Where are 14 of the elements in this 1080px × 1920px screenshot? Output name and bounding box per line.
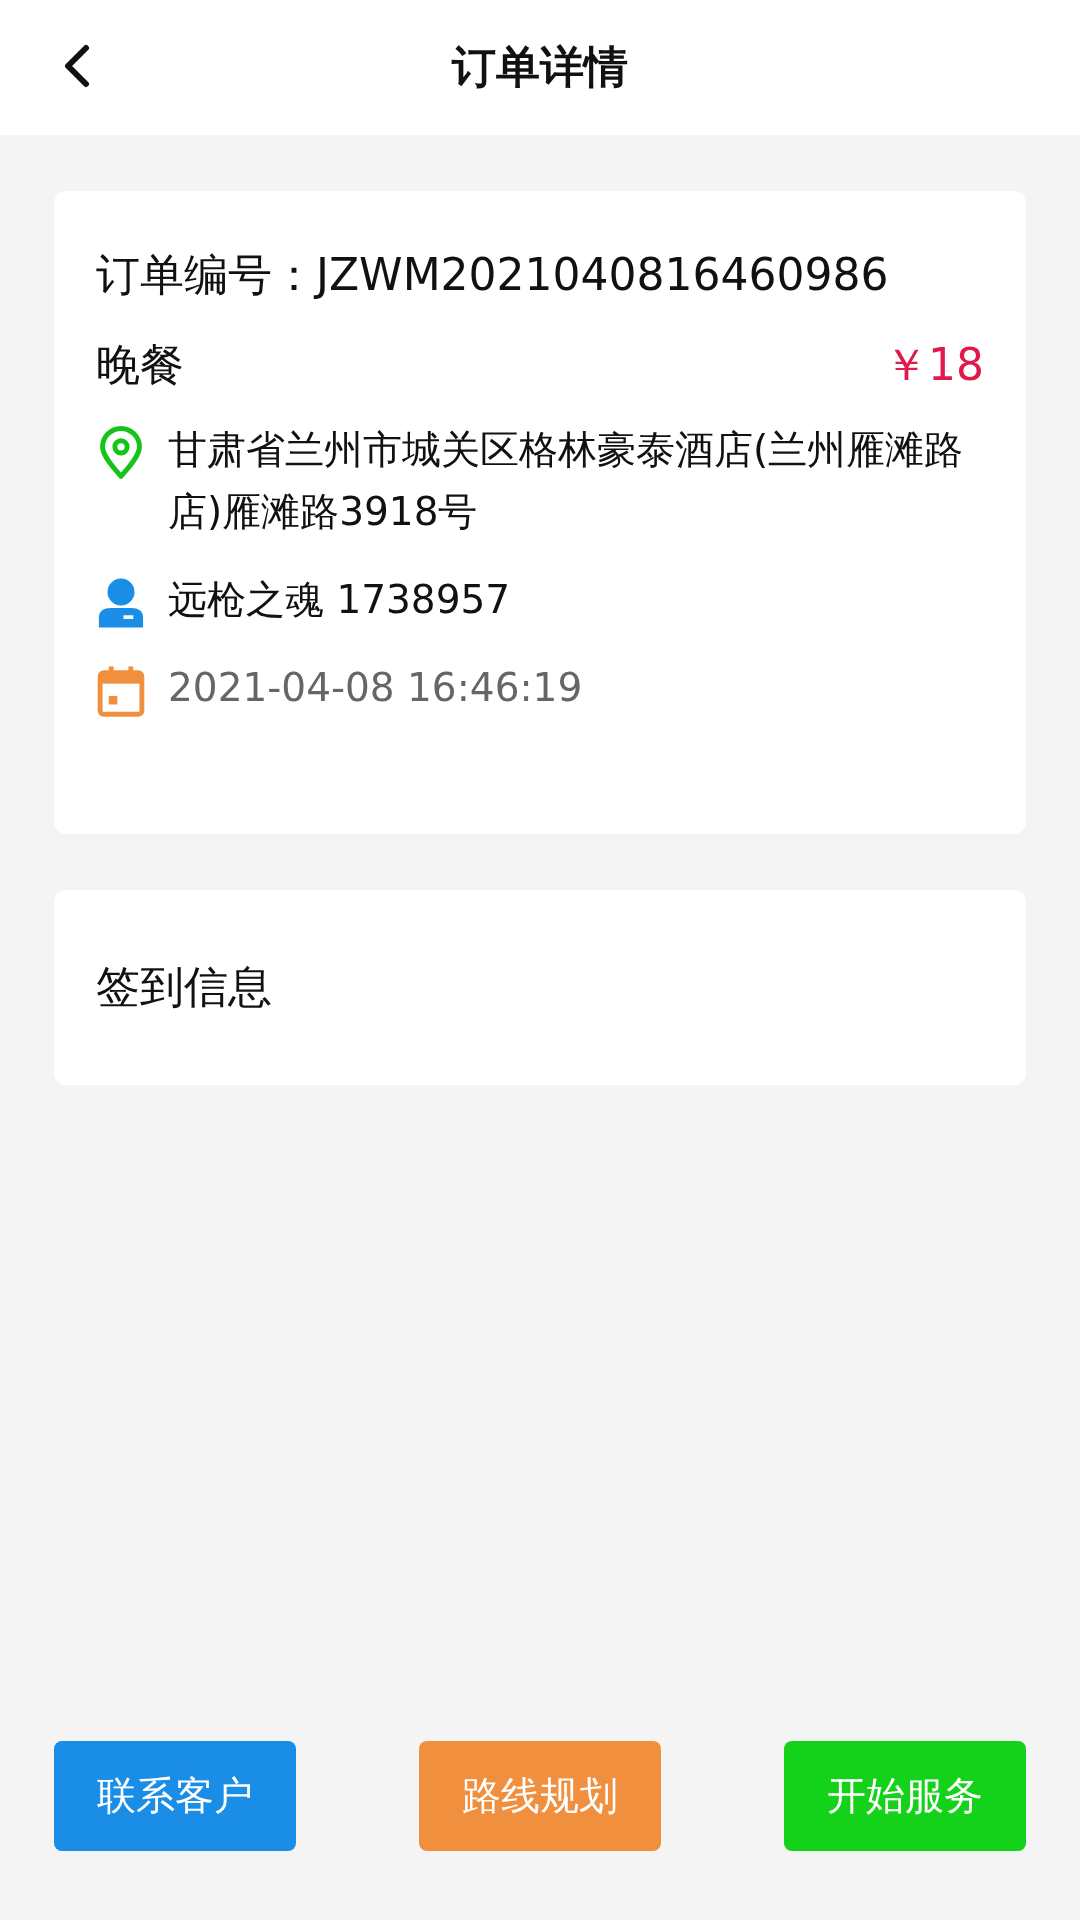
action-button[interactable]: 联系客户 bbox=[54, 1741, 296, 1851]
meal-type: 晚餐 bbox=[96, 338, 184, 392]
checkin-title: 签到信息 bbox=[96, 960, 272, 1014]
customer-text: 远枪之魂 1738957 bbox=[168, 576, 511, 624]
calendar-icon bbox=[96, 664, 146, 718]
action-button[interactable]: 路线规划 bbox=[419, 1741, 661, 1851]
order-number: 订单编号：JZWM2021040816460986 bbox=[96, 248, 890, 302]
order-price: ￥18 bbox=[884, 338, 984, 392]
action-button[interactable]: 开始服务 bbox=[784, 1741, 1026, 1851]
person-icon bbox=[96, 576, 146, 630]
page-title: 订单详情 bbox=[452, 40, 628, 94]
address-text: 甘肃省兰州市城关区格林豪泰酒店(兰州雁滩路店)雁滩路3918号 bbox=[168, 426, 965, 536]
back-icon[interactable] bbox=[62, 44, 92, 88]
order-time: 2021-04-08 16:46:19 bbox=[168, 664, 583, 712]
